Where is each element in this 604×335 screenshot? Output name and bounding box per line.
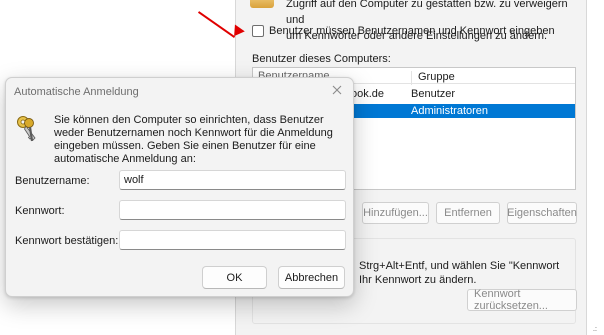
column-header-group[interactable]: Gruppe xyxy=(411,71,455,85)
remove-user-button[interactable]: Entfernen xyxy=(436,202,500,224)
confirm-password-input[interactable] xyxy=(119,230,346,250)
add-user-button[interactable]: Hinzufügen... xyxy=(362,202,429,224)
ok-button[interactable]: OK xyxy=(202,266,267,289)
must-enter-credentials-option[interactable]: Benutzer müssen Benutzernamen und Kennwo… xyxy=(252,25,555,37)
row-group: Administratoren xyxy=(411,105,489,117)
properties-button[interactable]: Eigenschaften xyxy=(507,202,577,224)
intro-text: Zugriff auf den Computer zu gestatten bz… xyxy=(286,0,586,44)
users-list-label: Benutzer dieses Computers: xyxy=(252,53,391,65)
keys-icon xyxy=(17,116,36,142)
close-icon xyxy=(332,85,342,95)
dialog-titlebar[interactable]: Automatische Anmeldung xyxy=(6,78,353,104)
users-icon xyxy=(250,0,274,8)
confirm-password-label: Kennwort bestätigen: xyxy=(15,235,119,247)
row-user: ook.de xyxy=(351,88,385,100)
password-info-text: Strg+Alt+Entf, und wählen Sie "Kennwort … xyxy=(359,259,569,287)
annotation-arrow xyxy=(197,11,236,38)
dialog-description: Sie können den Computer so einrichten, d… xyxy=(54,114,333,165)
reset-password-button[interactable]: Kennwort zurücksetzen... xyxy=(467,288,577,312)
username-label: Benutzername: xyxy=(15,175,90,187)
dialog-title: Automatische Anmeldung xyxy=(14,86,139,98)
password-input[interactable] xyxy=(119,200,346,220)
must-enter-checkbox[interactable] xyxy=(252,25,264,37)
password-label: Kennwort: xyxy=(15,205,65,217)
password-info-line-1: Strg+Alt+Entf, und wählen Sie "Kennwort xyxy=(359,260,560,272)
username-input[interactable] xyxy=(119,170,346,190)
row-group: Benutzer xyxy=(411,88,456,100)
cancel-button[interactable]: Abbrechen xyxy=(278,266,345,289)
must-enter-label: Benutzer müssen Benutzernamen und Kennwo… xyxy=(269,25,555,37)
corner-mark: .: xyxy=(593,326,597,333)
intro-line-1: Zugriff auf den Computer zu gestatten bz… xyxy=(286,0,568,26)
password-info-line-2: Ihr Kennwort zu ändern. xyxy=(359,274,477,286)
close-button[interactable] xyxy=(327,80,347,100)
auto-logon-dialog: Automatische Anmeldung Sie können den Co… xyxy=(5,77,354,297)
